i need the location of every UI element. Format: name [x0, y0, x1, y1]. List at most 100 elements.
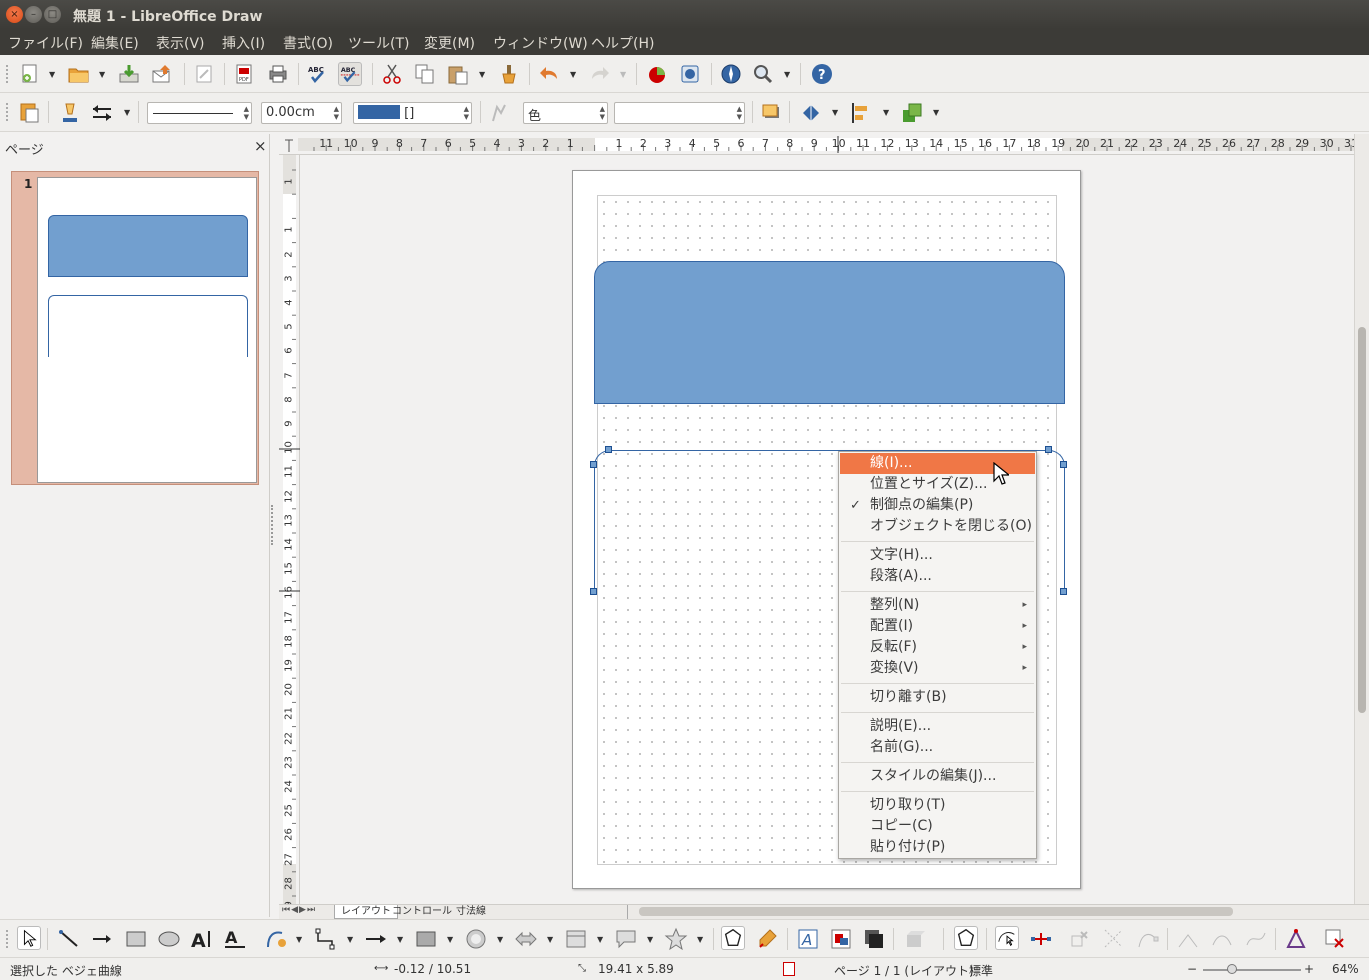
- print-icon[interactable]: [266, 62, 290, 86]
- vertical-scroll-thumb[interactable]: [1358, 327, 1366, 713]
- zoom-out-icon[interactable]: −: [1187, 962, 1197, 976]
- zoom-slider[interactable]: [1203, 969, 1301, 971]
- minimize-window-button[interactable]: –: [25, 6, 42, 23]
- rectangle-tool-icon[interactable]: [124, 927, 148, 951]
- line-tool-icon[interactable]: [57, 927, 81, 951]
- chevron-down-icon[interactable]: ▼: [296, 935, 302, 944]
- selection-handle[interactable]: [590, 588, 597, 595]
- chevron-down-icon[interactable]: ▼: [347, 935, 353, 944]
- arrow-line-tool-icon[interactable]: [90, 927, 114, 951]
- delete-points-icon[interactable]: [1067, 927, 1091, 951]
- chevron-down-icon[interactable]: ▼: [697, 935, 703, 944]
- menu-item-flip[interactable]: 反転(F) ▸: [840, 637, 1035, 658]
- menu-item-align[interactable]: 整列(N) ▸: [840, 595, 1035, 616]
- export-pdf-icon[interactable]: PDF: [232, 62, 256, 86]
- shadow-icon[interactable]: [759, 101, 783, 125]
- selection-handle[interactable]: [590, 461, 597, 468]
- menu-item-cut[interactable]: 切り取り(T): [840, 795, 1035, 816]
- glue-points-icon[interactable]: [756, 927, 780, 951]
- document-modified-icon[interactable]: [783, 962, 795, 976]
- zoom-slider-knob[interactable]: [1227, 964, 1238, 974]
- zoom-icon[interactable]: [751, 62, 775, 86]
- cut-icon[interactable]: [380, 62, 404, 86]
- menu-item-split[interactable]: 切り離す(B): [840, 687, 1035, 708]
- chevron-down-icon[interactable]: ▼: [99, 70, 105, 79]
- toolbar-grip[interactable]: [6, 930, 10, 948]
- menu-item-edit-style[interactable]: スタイルの編集(J)...: [840, 766, 1035, 787]
- stars-icon[interactable]: [664, 927, 688, 951]
- curve-tool-icon[interactable]: [264, 927, 288, 951]
- area-fill-select[interactable]: ▲ ▼: [614, 102, 745, 124]
- insert-points-icon[interactable]: [1029, 927, 1053, 951]
- menu-item-character[interactable]: 文字(H)...: [840, 545, 1035, 566]
- new-document-icon[interactable]: [18, 62, 42, 86]
- fit-text-icon[interactable]: A: [223, 927, 247, 951]
- fontwork-icon[interactable]: A: [796, 927, 820, 951]
- filled-shape[interactable]: [594, 261, 1065, 404]
- area-icon[interactable]: [487, 101, 511, 125]
- pane-splitter[interactable]: [271, 505, 276, 545]
- menu-item-paste[interactable]: 貼り付け(P): [840, 837, 1035, 858]
- chevron-down-icon[interactable]: ▼: [832, 108, 838, 117]
- auto-spellcheck-icon[interactable]: ABC: [338, 62, 362, 86]
- chevron-down-icon[interactable]: ▼: [570, 70, 576, 79]
- menu-modify[interactable]: 変更(M): [424, 33, 475, 53]
- edit-points-toggle-icon[interactable]: [954, 926, 978, 950]
- convert-curve-icon[interactable]: [1136, 927, 1160, 951]
- arrow-style-icon[interactable]: [90, 101, 114, 125]
- chevron-down-icon[interactable]: ▼: [497, 935, 503, 944]
- block-arrows-icon[interactable]: [514, 927, 538, 951]
- menu-item-description[interactable]: 説明(E)...: [840, 716, 1035, 737]
- page-thumbnail[interactable]: 1: [11, 171, 259, 485]
- menu-item-paragraph[interactable]: 段落(A)...: [840, 566, 1035, 587]
- line-style-select[interactable]: ▲ ▼: [147, 102, 252, 124]
- chevron-down-icon[interactable]: ▼: [479, 70, 485, 79]
- chevron-down-icon[interactable]: ▼: [447, 935, 453, 944]
- navigator-icon[interactable]: [719, 62, 743, 86]
- line-color-select[interactable]: [] ▲ ▼: [353, 102, 472, 124]
- menu-item-copy[interactable]: コピー(C): [840, 816, 1035, 837]
- styles-icon[interactable]: [18, 101, 42, 125]
- smooth-transition-icon[interactable]: [1210, 927, 1234, 951]
- menu-file[interactable]: ファイル(F): [8, 33, 83, 53]
- selection-handle[interactable]: [1060, 588, 1067, 595]
- menu-insert[interactable]: 挿入(I): [222, 33, 265, 53]
- toolbar-grip[interactable]: [6, 103, 10, 121]
- points-icon[interactable]: [721, 926, 745, 950]
- menu-window[interactable]: ウィンドウ(W): [493, 33, 588, 53]
- 3d-objects-icon[interactable]: [903, 927, 927, 951]
- line-width-field[interactable]: 0.00cm ▲ ▼: [261, 102, 342, 124]
- spellcheck-icon[interactable]: ABC: [306, 62, 330, 86]
- text-tool-icon[interactable]: A: [190, 927, 214, 951]
- chevron-down-icon[interactable]: ▼: [397, 935, 403, 944]
- control-point-handle[interactable]: [1045, 446, 1052, 453]
- symbol-shapes-icon[interactable]: [464, 927, 488, 951]
- line-icon[interactable]: [58, 101, 82, 125]
- chart-icon[interactable]: [645, 62, 669, 86]
- zoom-in-icon[interactable]: +: [1304, 962, 1314, 976]
- undo-icon[interactable]: [537, 62, 561, 86]
- menu-item-name[interactable]: 名前(G)...: [840, 737, 1035, 758]
- clone-formatting-icon[interactable]: [497, 62, 521, 86]
- split-curve-icon[interactable]: [1102, 927, 1126, 951]
- insert-image-icon[interactable]: [829, 927, 853, 951]
- corner-point-icon[interactable]: [1176, 927, 1200, 951]
- eliminate-points-icon[interactable]: [1323, 927, 1347, 951]
- menu-item-convert[interactable]: 変換(V) ▸: [840, 658, 1035, 679]
- tab-nav-arrows[interactable]: ⏮◀▶⏭: [282, 905, 316, 915]
- menu-tools[interactable]: ツール(T): [348, 33, 409, 53]
- selection-handle[interactable]: [1060, 461, 1067, 468]
- chevron-down-icon[interactable]: ▼: [883, 108, 889, 117]
- callouts-icon[interactable]: [614, 927, 638, 951]
- gallery-icon[interactable]: [678, 62, 702, 86]
- drawing-canvas[interactable]: [300, 155, 1354, 904]
- close-icon[interactable]: ×: [254, 137, 267, 155]
- basic-shapes-icon[interactable]: [414, 927, 438, 951]
- save-icon[interactable]: [117, 62, 141, 86]
- menu-format[interactable]: 書式(O): [283, 33, 333, 53]
- maximize-window-button[interactable]: □: [44, 6, 61, 23]
- select-arrow-icon[interactable]: [17, 926, 41, 950]
- close-window-button[interactable]: ×: [6, 6, 23, 23]
- chevron-down-icon[interactable]: ▼: [49, 70, 55, 79]
- chevron-down-icon[interactable]: ▼: [124, 108, 130, 117]
